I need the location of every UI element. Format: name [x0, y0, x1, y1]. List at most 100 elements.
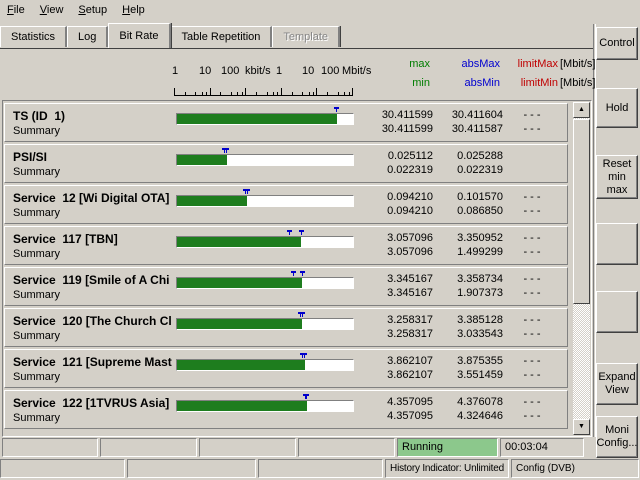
menu-help[interactable]: Help [122, 0, 145, 21]
value-max: 3.862107 [363, 355, 433, 367]
service-list: TS (ID 1) Summary 30.411599 30.411604 - … [2, 100, 592, 437]
status-panel-empty [127, 459, 256, 478]
abs-marker-icon [300, 271, 305, 273]
value-limitmin: - - - [503, 287, 561, 299]
bitrate-bar-track [176, 113, 354, 125]
moni-config--button[interactable]: Moni Config... [596, 416, 638, 458]
service-summary-label: Summary [13, 289, 60, 301]
value-absmax: 3.875355 [435, 355, 503, 367]
value-min: 3.345167 [363, 287, 433, 299]
col-header-absmin: absMin [432, 77, 500, 89]
scroll-down-icon[interactable]: ▼ [573, 419, 590, 435]
value-limitmin: - - - [503, 205, 561, 217]
tab-statistics[interactable]: Statistics [0, 26, 67, 47]
value-min: 0.022319 [363, 164, 433, 176]
menu-view[interactable]: View [40, 0, 64, 21]
value-max: 30.411599 [363, 109, 433, 121]
service-name: Service 120 [The Church Cl [13, 314, 176, 328]
bitrate-bar-track [176, 195, 354, 207]
service-row: Service 122 [1TVRUS Asia] Summary 4.3570… [4, 390, 568, 429]
hold-button[interactable]: Hold [596, 88, 638, 128]
value-min: 3.862107 [363, 369, 433, 381]
reset-min-max-button[interactable]: Reset min max [596, 155, 638, 199]
bitrate-bar-track [176, 359, 354, 371]
abs-marker-icon [299, 230, 304, 232]
service-summary-label: Summary [13, 125, 60, 137]
scale-label: 10 [199, 65, 211, 77]
service-name: Service 121 [Supreme Mast [13, 355, 176, 369]
bitrate-header: 1 10 100 kbit/s 1 10 100 Mbit/s max absM… [2, 49, 592, 100]
value-max: 0.094210 [363, 191, 433, 203]
abs-marker-icon [300, 312, 305, 314]
tab-log[interactable]: Log [67, 26, 108, 47]
bitrate-bar-fill [177, 401, 307, 411]
blank-button[interactable] [596, 223, 638, 265]
value-absmax: 0.025288 [435, 150, 503, 162]
value-limitmax: - - - [503, 273, 561, 285]
value-limitmin: - - - [503, 246, 561, 258]
value-absmin: 3.033543 [435, 328, 503, 340]
scale-label: 10 [302, 65, 314, 77]
expand-view-button[interactable]: Expand View [596, 363, 638, 405]
bitrate-bar-fill [177, 114, 337, 124]
bitrate-bar-fill [177, 237, 301, 247]
value-absmin: 1.907373 [435, 287, 503, 299]
bitrate-bar-track [176, 318, 354, 330]
service-row: Service 12 [Wi Digital OTA] Summary 0.09… [4, 185, 568, 224]
value-min: 3.258317 [363, 328, 433, 340]
service-row: Service 117 [TBN] Summary 3.057096 3.350… [4, 226, 568, 265]
scrollbar-thumb[interactable] [573, 119, 590, 304]
abs-marker-icon [291, 271, 296, 273]
service-name: Service 117 [TBN] [13, 232, 176, 246]
value-absmax: 3.350952 [435, 232, 503, 244]
service-row: Service 121 [Supreme Mast Summary 3.8621… [4, 349, 568, 388]
service-summary-label: Summary [13, 248, 60, 260]
value-absmin: 0.086850 [435, 205, 503, 217]
status-panel-empty [0, 459, 125, 478]
menu-setup[interactable]: Setup [78, 0, 107, 21]
service-name: Service 119 [Smile of A Chi [13, 273, 176, 287]
bitrate-bar-fill [177, 360, 305, 370]
status-config: Config (DVB) [511, 459, 639, 478]
scroll-up-icon[interactable]: ▲ [573, 102, 590, 118]
value-absmax: 4.376078 [435, 396, 503, 408]
scale-label: 100 [221, 65, 239, 77]
value-min: 3.057096 [363, 246, 433, 258]
value-absmin: 4.324646 [435, 410, 503, 422]
service-summary-label: Summary [13, 166, 60, 178]
blank-button[interactable] [596, 291, 638, 333]
service-name: PSI/SI [13, 150, 176, 164]
tab-table-repetition[interactable]: Table Repetition [171, 26, 273, 47]
bitrate-bar-fill [177, 319, 302, 329]
value-limitmax: - - - [503, 355, 561, 367]
value-min: 30.411599 [363, 123, 433, 135]
value-absmin: 30.411587 [435, 123, 503, 135]
value-absmax: 30.411604 [435, 109, 503, 121]
value-absmax: 0.101570 [435, 191, 503, 203]
value-limitmax: - - - [503, 396, 561, 408]
value-absmax: 3.358734 [435, 273, 503, 285]
abs-marker-icon [245, 189, 250, 191]
col-header-min: min [360, 77, 430, 89]
value-max: 3.258317 [363, 314, 433, 326]
value-limitmin: - - - [503, 410, 561, 422]
menu-file[interactable]: File [7, 0, 25, 21]
bitrate-bar-fill [177, 155, 227, 165]
bitrate-bar-fill [177, 278, 302, 288]
value-max: 0.025112 [363, 150, 433, 162]
vertical-scrollbar[interactable]: ▲ ▼ [573, 102, 590, 435]
tab-template[interactable]: Template [272, 26, 340, 47]
status-panel-empty [2, 438, 98, 457]
status-panel-empty [298, 438, 395, 457]
col-header-limitmin: limitMin [500, 77, 558, 89]
status-elapsed-time: 00:03:04 [500, 438, 584, 457]
control-button[interactable]: Control [596, 27, 638, 60]
value-limitmax: - - - [503, 314, 561, 326]
status-history-indicator: History Indicator: Unlimited [385, 459, 509, 478]
service-name: TS (ID 1) [13, 109, 176, 123]
service-summary-label: Summary [13, 412, 60, 424]
col-header-absmax: absMax [432, 58, 500, 70]
abs-marker-icon [334, 107, 339, 109]
tab-bit-rate[interactable]: Bit Rate [108, 23, 170, 48]
value-limitmax: - - - [503, 191, 561, 203]
